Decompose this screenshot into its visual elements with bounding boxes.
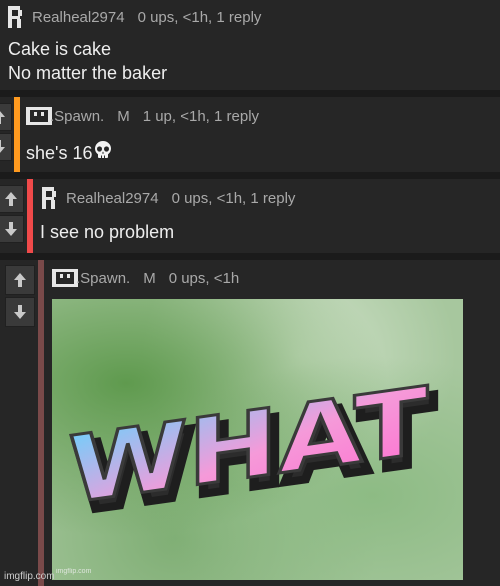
vote-controls <box>5 265 35 329</box>
comment-text: I see no problem <box>40 222 175 242</box>
moderator-badge: M <box>143 269 156 287</box>
comment-stats: 1 up, <1h, 1 reply <box>142 107 260 125</box>
username[interactable]: .Spawn. <box>50 108 104 125</box>
arrow-down-icon <box>0 140 5 153</box>
comment-meta: Realheal2974 0 ups, <1h, 1 reply <box>42 187 295 209</box>
arrow-down-icon <box>5 222 17 236</box>
arrow-up-icon <box>0 111 5 124</box>
comment-line: No matter the baker <box>8 63 168 83</box>
downvote-button[interactable] <box>0 133 12 161</box>
comment-text: Cake is cake No matter the baker <box>8 37 167 85</box>
comment-meta: Realheal2974 0 ups, <1h, 1 reply <box>8 6 261 28</box>
upvote-button[interactable] <box>0 103 12 131</box>
comment-2: .Spawn. M 1 up, <1h, 1 reply she's 16 <box>0 97 500 172</box>
comment-line: she's 16 <box>26 143 93 163</box>
thread-bar <box>27 179 33 253</box>
comment-meta: .Spawn. M 0 ups, <1h <box>52 267 239 289</box>
downvote-button[interactable] <box>0 215 24 243</box>
comment-3: Realheal2974 0 ups, <1h, 1 reply I see n… <box>0 179 500 253</box>
vote-controls <box>0 103 12 163</box>
pixel-avatar-icon[interactable] <box>52 267 78 289</box>
skull-emoji-icon <box>93 140 113 166</box>
pixel-avatar-icon[interactable] <box>26 105 52 127</box>
username[interactable]: Realheal2974 <box>32 9 125 26</box>
what-meme-graphic: WHAT WHAT <box>67 365 438 538</box>
moderator-badge: M <box>117 107 130 125</box>
arrow-down-icon <box>14 305 26 319</box>
meme-image[interactable]: WHAT WHAT <box>52 299 463 580</box>
comment-meta: .Spawn. M 1 up, <1h, 1 reply <box>26 105 259 127</box>
comment-stats: 0 ups, <1h, 1 reply <box>137 8 262 26</box>
comment-stats: 0 ups, <1h, 1 reply <box>171 189 296 207</box>
site-watermark: imgflip.com <box>4 571 55 582</box>
vote-controls <box>0 185 24 245</box>
arrow-up-icon <box>5 192 17 206</box>
comment-1: Realheal2974 0 ups, <1h, 1 reply Cake is… <box>0 0 500 90</box>
thread-bar <box>38 260 44 586</box>
arrow-up-icon <box>14 273 26 287</box>
image-watermark: imgflip.com <box>56 568 92 575</box>
comment-line: Cake is cake <box>8 39 112 59</box>
pixel-avatar-icon[interactable] <box>8 6 26 28</box>
downvote-button[interactable] <box>5 297 35 327</box>
username[interactable]: Realheal2974 <box>66 190 159 207</box>
upvote-button[interactable] <box>5 265 35 295</box>
thread-bar <box>14 97 20 172</box>
upvote-button[interactable] <box>0 185 24 213</box>
username[interactable]: .Spawn. <box>76 270 130 287</box>
pixel-avatar-icon[interactable] <box>42 187 60 209</box>
comment-stats: 0 ups, <1h <box>168 269 240 287</box>
comment-text: she's 16 <box>26 140 113 166</box>
